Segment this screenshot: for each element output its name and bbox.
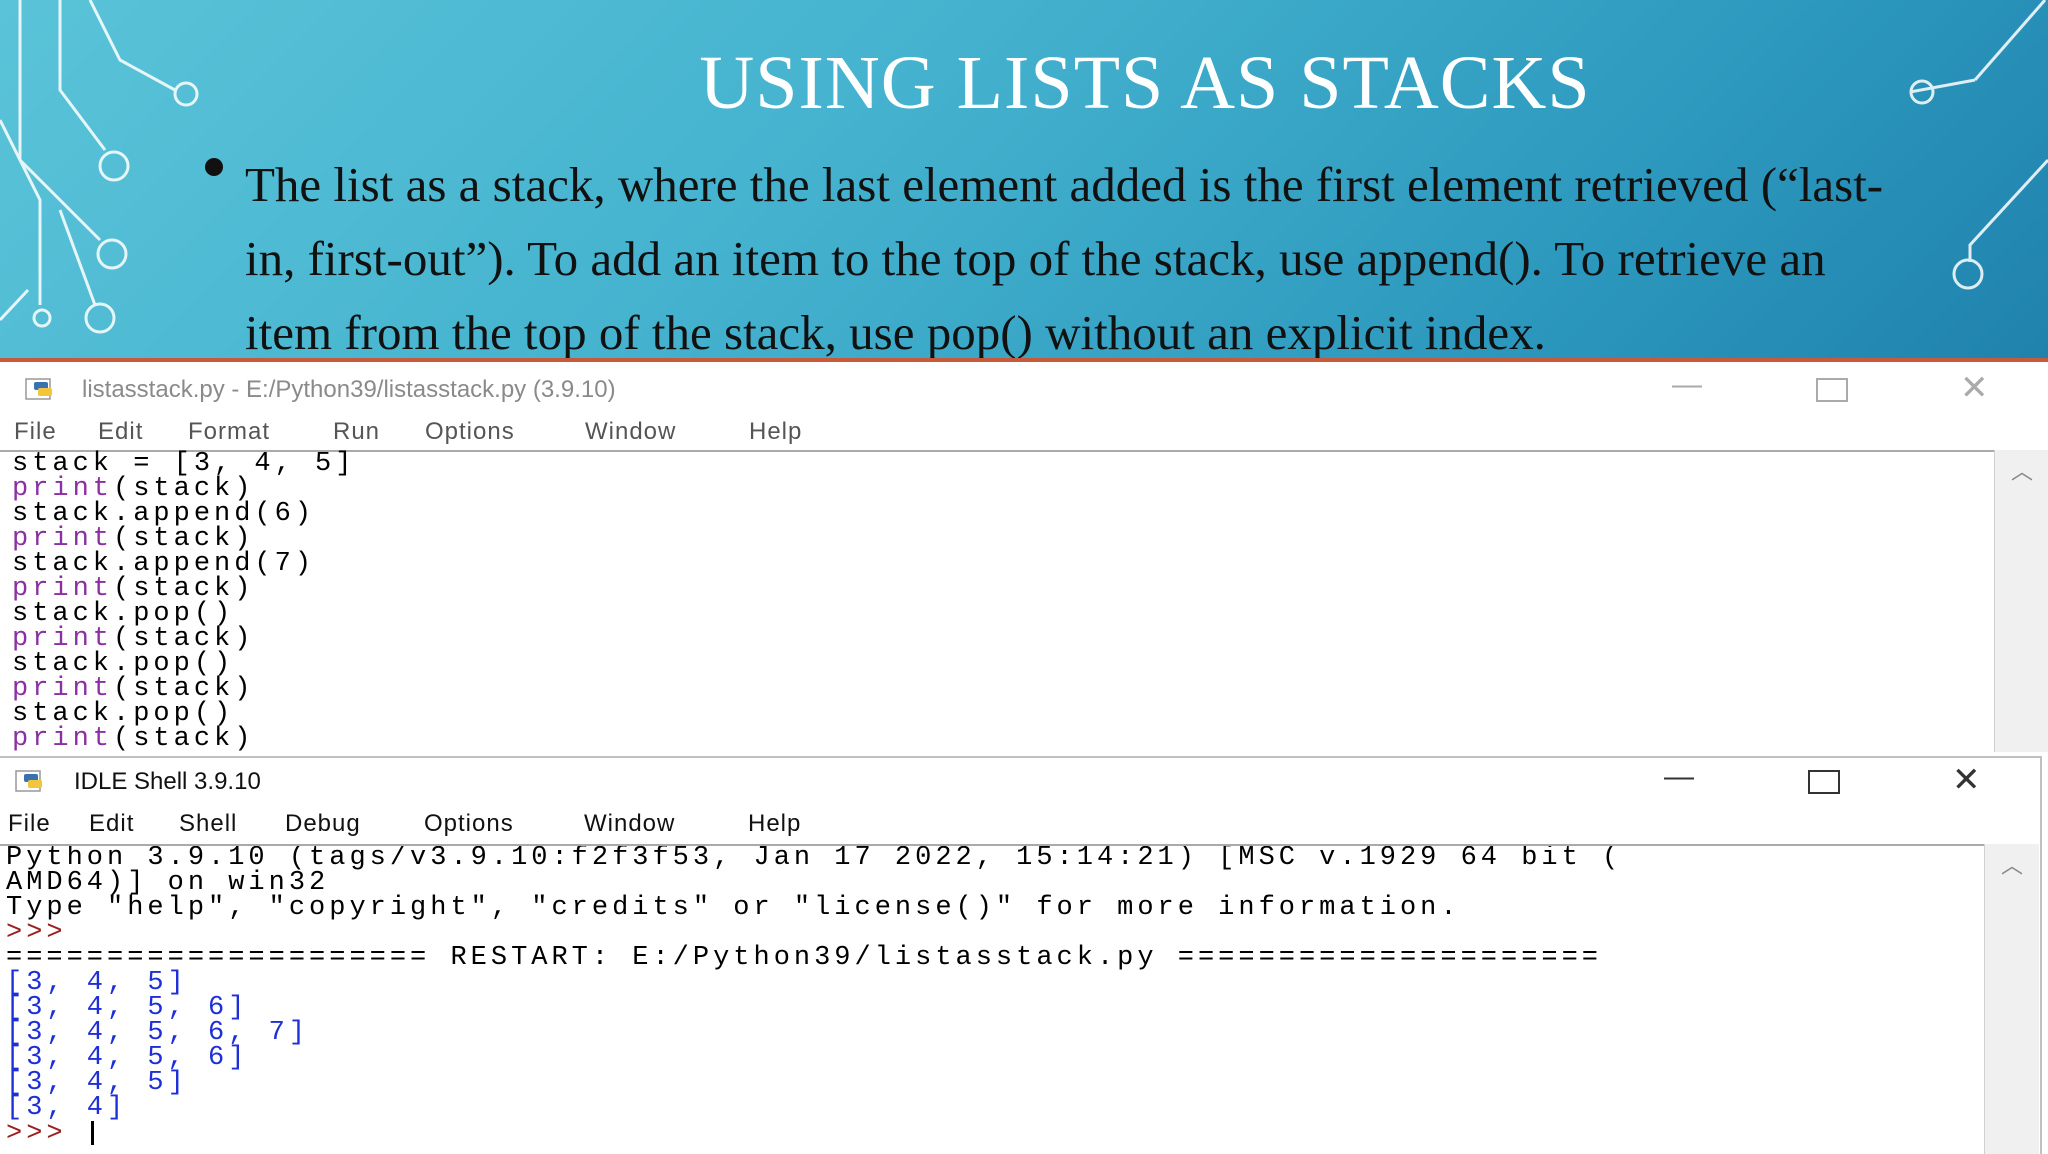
- code-editor[interactable]: stack = [3, 4, 5] print(stack) stack.app…: [0, 449, 1994, 754]
- restart-line: ===================== RESTART: E:/Python…: [6, 943, 1603, 973]
- code-line: stack.pop(): [12, 649, 235, 679]
- python-file-icon: [25, 378, 52, 400]
- output-line: [3, 4, 5]: [6, 1068, 188, 1098]
- prompt: >>>: [6, 1119, 87, 1150]
- shell-title: IDLE Shell 3.9.10: [74, 768, 261, 795]
- shell-output[interactable]: Python 3.9.10 (tags/v3.9.10:f2f3f53, Jan…: [0, 844, 1984, 1154]
- editor-window: listasstack.py - E:/Python39/listasstack…: [0, 364, 2048, 756]
- menu-debug[interactable]: Debug: [285, 810, 361, 838]
- menu-window[interactable]: Window: [585, 418, 676, 446]
- slide-bullet-text: The list as a stack, where the last elem…: [245, 157, 1884, 360]
- code-line: stack.pop(): [12, 699, 235, 729]
- text-cursor: [90, 1121, 94, 1145]
- editor-scrollbar[interactable]: ︿: [1994, 450, 2048, 752]
- menu-help[interactable]: Help: [748, 810, 801, 838]
- menu-options[interactable]: Options: [424, 810, 514, 838]
- menu-window[interactable]: Window: [584, 810, 675, 838]
- output-line: [3, 4, 5, 6]: [6, 1043, 249, 1073]
- menu-options[interactable]: Options: [425, 418, 515, 446]
- minimize-button[interactable]: —: [1672, 368, 1702, 402]
- menu-edit[interactable]: Edit: [98, 418, 143, 446]
- maximize-button[interactable]: [1816, 378, 1848, 402]
- editor-menubar: File Edit Format Run Options Window Help: [0, 418, 2048, 452]
- menu-shell[interactable]: Shell: [179, 810, 237, 838]
- code-line: stack.append(6): [12, 499, 316, 529]
- keyword: print: [12, 724, 114, 754]
- code-line: stack.pop(): [12, 599, 235, 629]
- menu-run[interactable]: Run: [333, 418, 380, 446]
- banner-line: Type "help", "copyright", "credits" or "…: [6, 893, 1461, 923]
- code-line: print(stack): [12, 576, 1994, 603]
- code-text: (stack): [113, 724, 255, 754]
- menu-file[interactable]: File: [14, 418, 57, 446]
- editor-titlebar[interactable]: listasstack.py - E:/Python39/listasstack…: [0, 364, 2048, 416]
- code-line: stack.append(7): [12, 549, 316, 579]
- python-shell-icon: [15, 770, 42, 792]
- shell-window: IDLE Shell 3.9.10 — ✕ File Edit Shell De…: [0, 756, 2042, 1154]
- close-button[interactable]: ✕: [1952, 760, 1981, 800]
- scroll-up-icon[interactable]: ︿: [2001, 848, 2023, 880]
- maximize-button[interactable]: [1808, 770, 1840, 794]
- code-line: stack = [3, 4, 5]: [12, 449, 356, 479]
- shell-titlebar[interactable]: IDLE Shell 3.9.10 — ✕: [0, 758, 2040, 808]
- menu-file[interactable]: File: [8, 810, 51, 838]
- bullet-dot: [205, 158, 223, 176]
- shell-menubar: File Edit Shell Debug Options Window Hel…: [0, 810, 2040, 844]
- slide-header: USING LISTS AS STACKS The list as a stac…: [0, 0, 2048, 362]
- input-line[interactable]: >>>: [6, 1119, 1984, 1150]
- slide-title: USING LISTS AS STACKS: [699, 41, 1591, 125]
- output-line: [3, 4]: [6, 1093, 128, 1123]
- code-line: print(stack): [12, 626, 1994, 653]
- menu-help[interactable]: Help: [749, 418, 802, 446]
- editor-title: listasstack.py - E:/Python39/listasstack…: [82, 376, 616, 403]
- menu-format[interactable]: Format: [188, 418, 270, 446]
- shell-scrollbar[interactable]: ︿: [1984, 844, 2039, 1154]
- scroll-up-icon[interactable]: ︿: [2011, 454, 2033, 486]
- output-line: [3, 4, 5, 6, 7]: [6, 1018, 310, 1048]
- ribbon-strip: [0, 358, 2048, 362]
- minimize-button[interactable]: —: [1664, 760, 1694, 794]
- code-line: print(stack): [12, 676, 1994, 703]
- close-button[interactable]: ✕: [1960, 368, 1989, 408]
- code-line: print(stack): [12, 724, 1994, 754]
- output-line: [3, 4, 5]: [6, 968, 188, 998]
- menu-edit[interactable]: Edit: [89, 810, 134, 838]
